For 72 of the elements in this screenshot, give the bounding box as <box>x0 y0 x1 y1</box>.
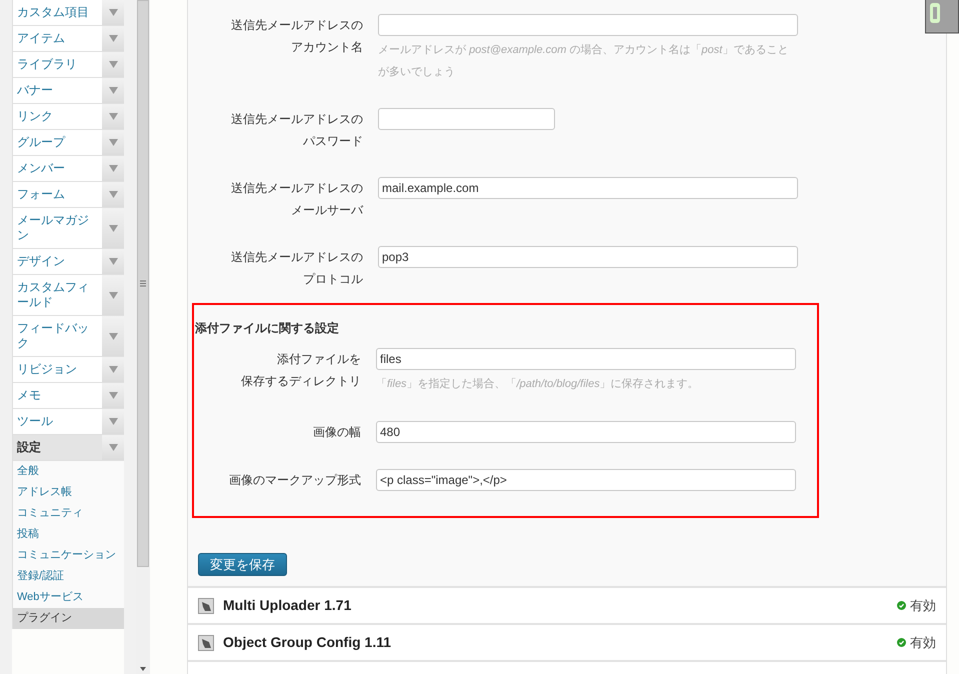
plugin-icon <box>198 634 214 650</box>
chevron-down-icon <box>108 258 118 265</box>
expand-toggle[interactable] <box>102 409 124 434</box>
chevron-down-icon <box>108 139 118 146</box>
expand-toggle[interactable] <box>102 52 124 77</box>
text-field[interactable]: files <box>376 348 796 370</box>
field-label: 送信先メールアドレスの <box>231 17 363 34</box>
field-hint: メールアドレスが post@example.com の場合、アカウント名は「post」であることが多いでしょう <box>378 43 790 80</box>
grip-icon <box>140 280 146 287</box>
expand-toggle[interactable] <box>102 208 124 248</box>
chevron-down-icon <box>108 332 118 340</box>
submenu-item[interactable]: コミュニティ <box>13 503 124 524</box>
chevron-down-icon <box>108 61 118 68</box>
chevron-down-icon <box>108 191 118 198</box>
expand-toggle[interactable] <box>102 249 124 274</box>
expand-toggle[interactable] <box>102 0 124 25</box>
plugin-icon <box>198 598 214 614</box>
field-label: パスワード <box>303 133 363 150</box>
expand-toggle[interactable] <box>102 130 124 155</box>
chevron-down-icon <box>108 35 118 42</box>
submenu-item[interactable]: 投稿 <box>13 524 124 545</box>
submenu-item[interactable]: アドレス帳 <box>13 482 124 503</box>
save-button[interactable]: 変更を保存 <box>198 553 287 576</box>
field-label: 画像の幅 <box>313 424 361 441</box>
submenu-item[interactable]: コミュニケーション <box>13 545 124 566</box>
expand-toggle[interactable] <box>102 104 124 129</box>
text-field[interactable]: pop3 <box>378 246 798 268</box>
field-label: プロトコル <box>303 271 363 288</box>
status-label: 有効 <box>910 634 936 652</box>
plugin-name: Multi Uploader 1.71 <box>223 596 352 615</box>
badge-icon <box>925 0 959 34</box>
section-title: 添付ファイルに関する設定 <box>194 320 340 337</box>
expand-toggle[interactable] <box>102 78 124 103</box>
status-label: 有効 <box>910 596 936 615</box>
chevron-down-icon <box>108 9 118 16</box>
field-label: 送信先メールアドレスの <box>231 180 363 197</box>
submenu-item[interactable]: プラグイン <box>13 608 124 629</box>
text-field[interactable]: 480 <box>376 421 796 443</box>
text-field[interactable] <box>378 108 555 130</box>
text-field[interactable] <box>378 14 798 36</box>
field-label: アカウント名 <box>291 39 363 56</box>
submenu-item[interactable]: Webサービス <box>13 587 124 608</box>
chevron-down-icon <box>108 165 118 172</box>
chevron-down-icon <box>108 87 118 94</box>
plugin-name: Object Group Config 1.11 <box>223 633 392 652</box>
chevron-down-icon <box>108 392 118 399</box>
field-label: 送信先メールアドレスの <box>231 249 363 266</box>
field-label: メールサーバ <box>291 202 363 219</box>
expand-toggle[interactable] <box>102 383 124 408</box>
chevron-down-icon <box>108 366 118 373</box>
expand-toggle[interactable] <box>102 26 124 51</box>
chevron-down-icon <box>108 418 118 425</box>
field-label: 保存するディレクトリ <box>241 373 361 390</box>
chevron-down-icon <box>108 292 118 298</box>
expand-toggle[interactable] <box>102 156 124 181</box>
field-label: 送信先メールアドレスの <box>231 111 363 128</box>
text-field[interactable]: mail.example.com <box>378 177 798 199</box>
field-label: 画像のマークアップ形式 <box>229 472 361 489</box>
expand-toggle[interactable] <box>102 275 124 315</box>
field-label: 添付ファイルを <box>277 351 361 368</box>
submenu-item[interactable]: 登録/認証 <box>13 566 124 587</box>
expand-toggle[interactable] <box>102 316 124 356</box>
chevron-down-icon <box>108 444 118 451</box>
submenu-item[interactable]: 全般 <box>13 461 124 482</box>
expand-toggle[interactable] <box>102 182 124 207</box>
chevron-down-icon <box>108 224 118 232</box>
chevron-down-icon <box>108 113 118 120</box>
expand-toggle[interactable] <box>102 435 124 460</box>
field-hint: 「files」を指定した場合、「/path/to/blog/files」に保存されます。 <box>376 376 700 392</box>
scrollbar[interactable] <box>136 0 150 674</box>
expand-toggle[interactable] <box>102 357 124 382</box>
text-field[interactable]: <p class="image">,</p> <box>376 469 796 491</box>
